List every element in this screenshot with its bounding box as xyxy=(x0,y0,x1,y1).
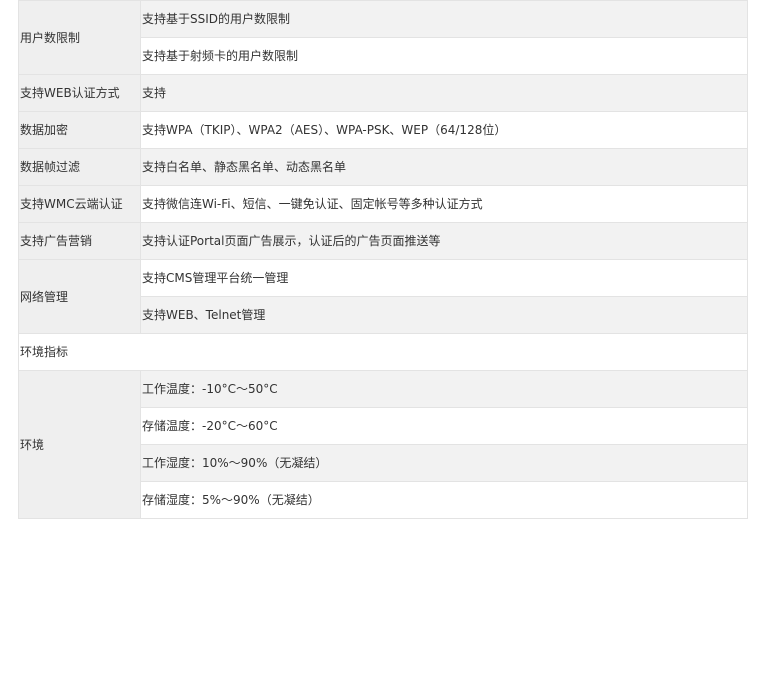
row-label-network-mgmt: 网络管理 xyxy=(18,259,141,334)
spec-table: 用户数限制 支持基于SSID的用户数限制 支持基于射频卡的用户数限制 支持WEB… xyxy=(18,0,748,519)
table-row: 网络管理 支持CMS管理平台统一管理 xyxy=(18,259,748,334)
table-row: 环境 工作温度：-10°C～50°C xyxy=(18,370,748,519)
row-label-user-limit: 用户数限制 xyxy=(18,0,141,75)
row-value: 支持基于射频卡的用户数限制 xyxy=(140,37,748,75)
row-value: 支持CMS管理平台统一管理 xyxy=(140,259,748,297)
row-value: 支持基于SSID的用户数限制 xyxy=(140,0,748,38)
row-value: 支持微信连Wi-Fi、短信、一键免认证、固定帐号等多种认证方式 xyxy=(140,185,748,223)
row-value: 工作湿度：10%～90%（无凝结） xyxy=(140,444,748,482)
table-row: 数据帧过滤 支持白名单、静态黑名单、动态黑名单 xyxy=(18,148,748,186)
row-value: 支持 xyxy=(140,74,748,112)
row-label-wmc-auth: 支持WMC云端认证 xyxy=(18,185,141,223)
row-label-encryption: 数据加密 xyxy=(18,111,141,149)
row-value: 存储湿度：5%～90%（无凝结） xyxy=(140,481,748,519)
row-value: 工作温度：-10°C～50°C xyxy=(140,370,748,408)
row-value: 存储温度：-20°C～60°C xyxy=(140,407,748,445)
section-heading: 环境指标 xyxy=(18,333,748,371)
row-label-frame-filter: 数据帧过滤 xyxy=(18,148,141,186)
table-row: 支持广告营销 支持认证Portal页面广告展示，认证后的广告页面推送等 xyxy=(18,222,748,260)
table-row: 用户数限制 支持基于SSID的用户数限制 xyxy=(18,0,748,75)
row-value: 支持认证Portal页面广告展示，认证后的广告页面推送等 xyxy=(140,222,748,260)
row-label-web-auth: 支持WEB认证方式 xyxy=(18,74,141,112)
row-value: 支持WPA（TKIP）、WPA2（AES）、WPA-PSK、WEP（64/128… xyxy=(140,111,748,149)
row-label-environment: 环境 xyxy=(18,370,141,519)
table-row: 数据加密 支持WPA（TKIP）、WPA2（AES）、WPA-PSK、WEP（6… xyxy=(18,111,748,149)
table-row: 支持WMC云端认证 支持微信连Wi-Fi、短信、一键免认证、固定帐号等多种认证方… xyxy=(18,185,748,223)
row-label-advertising: 支持广告营销 xyxy=(18,222,141,260)
table-row: 支持WEB认证方式 支持 xyxy=(18,74,748,112)
row-value: 支持白名单、静态黑名单、动态黑名单 xyxy=(140,148,748,186)
section-row: 环境指标 xyxy=(18,333,748,371)
row-value: 支持WEB、Telnet管理 xyxy=(140,296,748,334)
